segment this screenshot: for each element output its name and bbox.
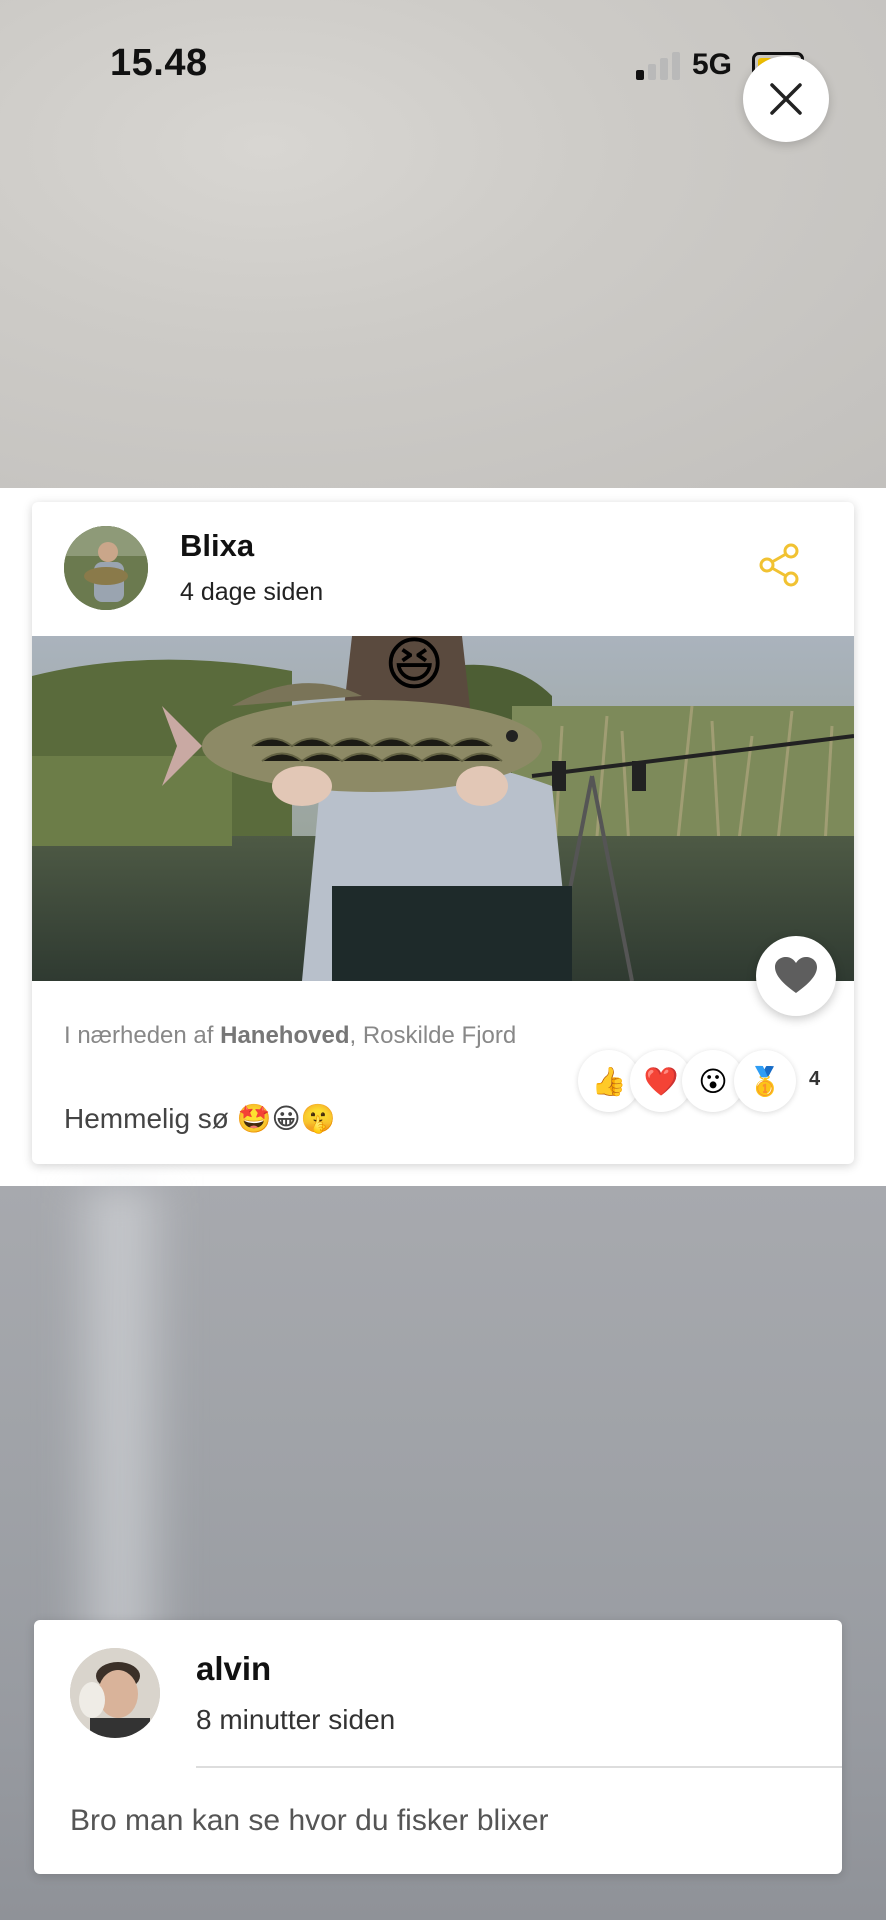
signal-icon <box>636 52 680 80</box>
location-place: Hanehoved <box>220 1022 350 1049</box>
post-card: Blixa 4 dage siden 😆 I nærheden af Haneh… <box>32 502 854 1164</box>
catch-location: I nærheden af Hanehoved, Roskilde Fjord <box>64 1022 517 1049</box>
close-button[interactable] <box>743 56 829 142</box>
network-label: 5G <box>692 48 733 81</box>
heart-icon <box>775 957 817 993</box>
catch-photo[interactable]: 😆 <box>32 636 854 981</box>
post-author-name[interactable]: Blixa <box>180 528 254 564</box>
post-caption: Hemmelig sø 🤩😀🤫 <box>64 1103 336 1134</box>
comment-author-name[interactable]: alvin <box>196 1650 271 1688</box>
like-button[interactable] <box>756 936 836 1016</box>
close-icon <box>770 83 802 115</box>
comment-text: Bro man kan se hvor du fisker blixer <box>70 1804 549 1837</box>
comment-card: alvin 8 minutter siden Bro man kan se hv… <box>34 1620 842 1874</box>
share-icon <box>759 543 799 587</box>
medal-reaction[interactable]: 🥇 <box>734 1050 796 1112</box>
comment-timestamp: 8 minutter siden <box>196 1704 396 1735</box>
author-avatar[interactable] <box>64 526 148 610</box>
post-timestamp: 4 dage siden <box>180 578 324 606</box>
face-cover-emoji: 😆 <box>384 636 445 697</box>
status-time: 15.48 <box>110 42 208 84</box>
reaction-count: 4 <box>809 1068 821 1090</box>
comment-divider <box>196 1766 842 1768</box>
share-button[interactable] <box>757 542 803 588</box>
commenter-avatar[interactable] <box>70 1648 160 1738</box>
